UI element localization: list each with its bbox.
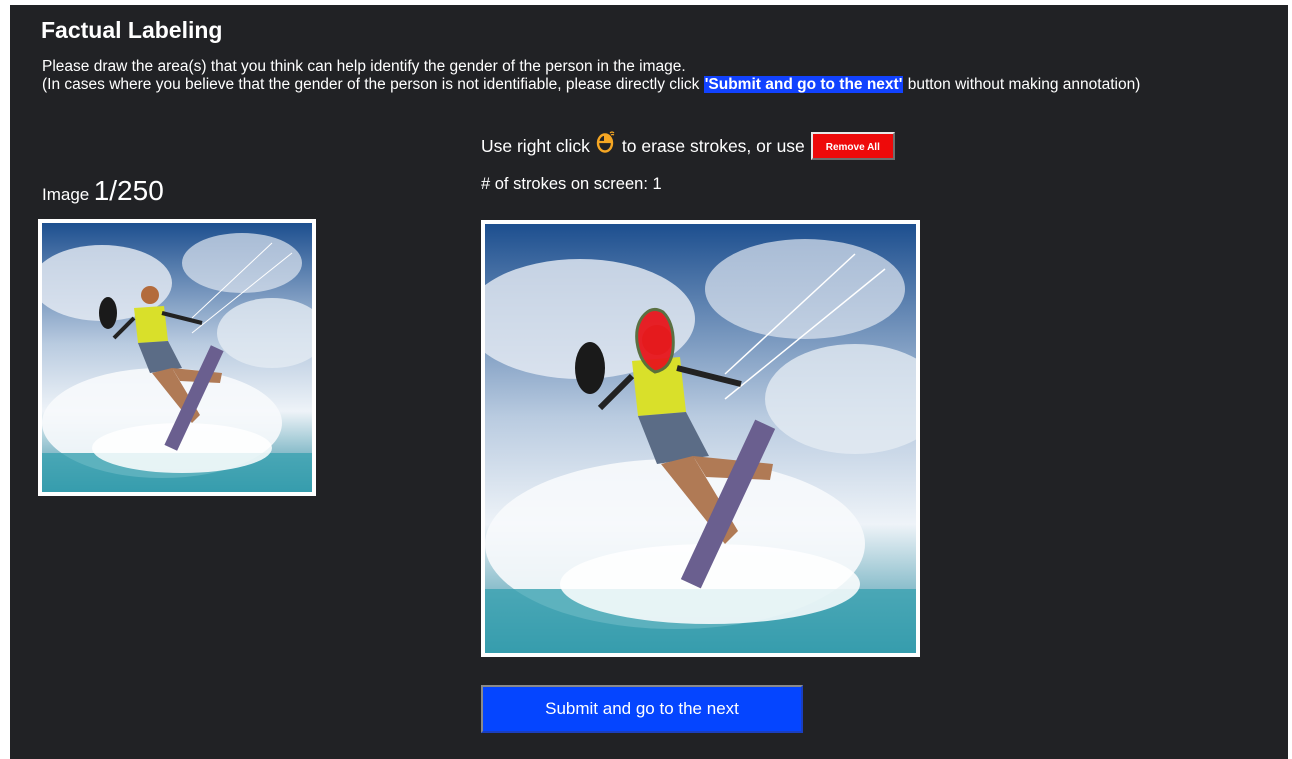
erase-hint: Use right click to erase strokes, or use…: [481, 130, 895, 160]
remove-all-button[interactable]: Remove All: [810, 132, 895, 160]
submit-next-button[interactable]: Submit and go to the next: [481, 685, 803, 733]
page-title: Factual Labeling: [41, 17, 223, 43]
instruction-line-2: (In cases where you believe that the gen…: [42, 76, 1140, 94]
image-counter-value: 1/250: [93, 175, 164, 206]
instruction-line-2-post: button without making annotation): [903, 76, 1141, 93]
instruction-highlight: 'Submit and go to the next': [703, 76, 904, 93]
instruction-line-2-pre: (In cases where you believe that the gen…: [42, 76, 704, 93]
instructions: Please draw the area(s) that you think c…: [42, 58, 1140, 94]
thumbnail-image: [38, 219, 316, 496]
instruction-line-1: Please draw the area(s) that you think c…: [42, 58, 686, 75]
kitesurfer-canvas-illustration: [485, 224, 916, 653]
image-counter: Image 1/250: [42, 175, 164, 207]
labeling-panel: Factual Labeling Please draw the area(s)…: [10, 5, 1288, 759]
stroke-count: # of strokes on screen: 1: [481, 175, 662, 193]
mouse-right-click-icon: [596, 130, 616, 158]
annotation-canvas[interactable]: [481, 220, 920, 657]
erase-hint-mid: to erase strokes, or use: [621, 135, 805, 156]
image-counter-prefix: Image: [42, 185, 90, 204]
kitesurfer-thumbnail-illustration: [42, 223, 312, 492]
erase-hint-pre: Use right click: [481, 135, 590, 156]
